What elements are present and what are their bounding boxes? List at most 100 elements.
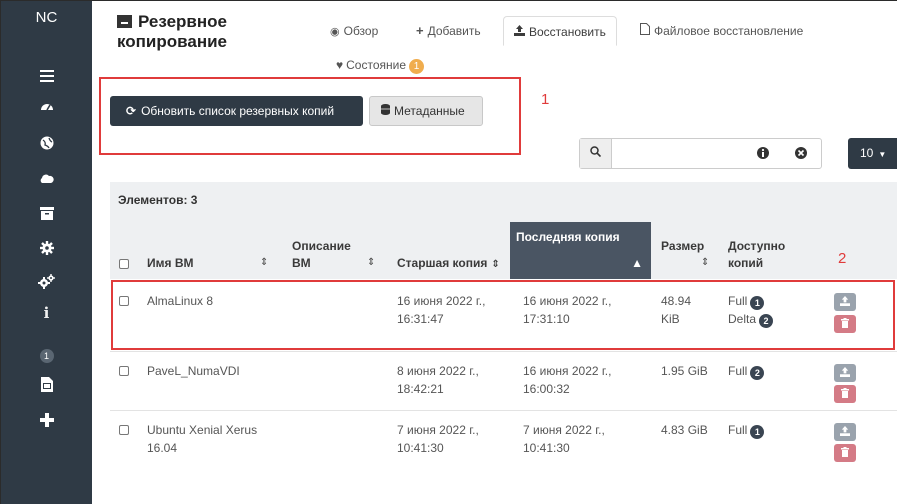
row-checkbox[interactable] bbox=[119, 296, 129, 306]
per-page-dropdown[interactable]: 10 ▼ bbox=[848, 138, 897, 169]
sort-icon[interactable]: ⇕ bbox=[260, 257, 268, 268]
select-all-checkbox[interactable] bbox=[119, 259, 129, 269]
oldest-backup: 16 июня 2022 г., 16:31:47 bbox=[397, 292, 485, 328]
copy-count-badge: 1 bbox=[750, 425, 765, 439]
latest-backup: 16 июня 2022 г., 17:31:10 bbox=[523, 292, 611, 328]
trash-icon bbox=[841, 447, 849, 457]
info-icon[interactable]: i bbox=[1, 305, 92, 321]
column-header-oldest[interactable]: Старшая копия ⇕ bbox=[397, 255, 500, 273]
copy-type: Full bbox=[728, 423, 748, 437]
sort-icon[interactable]: ⇕ bbox=[701, 257, 709, 268]
restore-button[interactable] bbox=[834, 423, 856, 441]
menu-toggle-icon[interactable] bbox=[1, 67, 92, 83]
upload-icon bbox=[840, 367, 850, 377]
vm-name: PaveL_NumaVDI bbox=[147, 364, 240, 378]
dashboard-icon[interactable] bbox=[1, 98, 92, 114]
oldest-backup: 7 июня 2022 г., 10:41:30 bbox=[397, 421, 479, 457]
vm-name-line1: Ubuntu Xenial Xerus bbox=[147, 423, 258, 437]
column-header-size[interactable]: Размер bbox=[661, 238, 704, 255]
oldest-backup-date: 16 июня 2022 г., bbox=[397, 294, 486, 308]
oldest-backup-time: 10:41:30 bbox=[397, 441, 444, 455]
database-icon bbox=[381, 104, 390, 118]
document-icon[interactable] bbox=[1, 375, 92, 392]
delete-button[interactable] bbox=[834, 385, 856, 403]
archive-icon bbox=[117, 15, 132, 28]
vm-name: AlmaLinux 8 bbox=[147, 294, 214, 308]
metadata-button[interactable]: Метаданные bbox=[369, 96, 483, 126]
notification-badge[interactable]: 1 bbox=[1, 346, 92, 363]
tab-file-restore[interactable]: Файловое восстановление bbox=[640, 16, 803, 46]
available-copies: Full 2 bbox=[728, 362, 765, 380]
refresh-backups-button[interactable]: ⟳ Обновить список резервных копий bbox=[110, 96, 363, 126]
heartbeat-icon: ♥ bbox=[336, 58, 344, 72]
column-header-description[interactable]: Описание ВМ bbox=[292, 238, 351, 272]
copy-type: Delta bbox=[728, 312, 757, 326]
column-header-latest[interactable]: Последняя копия ▲ bbox=[510, 222, 651, 279]
column-header-description-line1: Описание bbox=[292, 239, 351, 253]
vm-name: Ubuntu Xenial Xerus 16.04 bbox=[147, 421, 257, 457]
oldest-backup-date: 8 июня 2022 г., bbox=[397, 364, 479, 378]
restore-button[interactable] bbox=[834, 293, 856, 311]
row-checkbox[interactable] bbox=[119, 425, 129, 435]
latest-backup-date: 7 июня 2022 г., bbox=[523, 423, 605, 437]
backup-size-unit: KiB bbox=[661, 312, 680, 326]
latest-backup: 16 июня 2022 г., 16:00:32 bbox=[523, 362, 611, 398]
archive-icon[interactable] bbox=[1, 204, 92, 220]
search-box bbox=[579, 138, 822, 169]
notification-count: 1 bbox=[39, 349, 54, 363]
latest-backup: 7 июня 2022 г., 10:41:30 bbox=[523, 421, 605, 457]
page-title: Резервное копирование bbox=[117, 12, 227, 52]
tab-overview[interactable]: ◉ Обзор bbox=[330, 16, 378, 46]
file-icon bbox=[640, 23, 650, 38]
page-title-line2: копирование bbox=[117, 32, 228, 51]
upload-icon bbox=[840, 426, 850, 436]
annotation-label-2: 2 bbox=[838, 250, 847, 267]
available-copies: Full 1 bbox=[728, 421, 765, 439]
latest-backup-time: 17:31:10 bbox=[523, 312, 570, 326]
trash-icon bbox=[841, 318, 849, 328]
clear-search-icon[interactable] bbox=[794, 146, 808, 160]
delete-button[interactable] bbox=[834, 315, 856, 333]
sort-icon: ⇕ bbox=[491, 259, 500, 270]
backup-size: 1.95 GiB bbox=[661, 364, 708, 378]
oldest-backup-time: 18:42:21 bbox=[397, 382, 444, 396]
info-circle-icon[interactable] bbox=[756, 146, 770, 160]
caret-down-icon: ▼ bbox=[878, 150, 887, 159]
per-page-value: 10 bbox=[860, 146, 874, 160]
sort-icon[interactable]: ⇕ bbox=[367, 257, 375, 268]
delete-button[interactable] bbox=[834, 444, 856, 462]
tab-add-label: Добавить bbox=[427, 24, 481, 38]
refresh-backups-label: Обновить список резервных копий bbox=[141, 104, 335, 118]
copy-count-badge: 2 bbox=[759, 314, 774, 328]
restore-button[interactable] bbox=[834, 364, 856, 382]
upload-icon bbox=[840, 296, 850, 306]
oldest-backup-time: 16:31:47 bbox=[397, 312, 444, 326]
row-checkbox[interactable] bbox=[119, 366, 129, 376]
copy-type: Full bbox=[728, 364, 748, 378]
settings-gear-icon[interactable] bbox=[1, 239, 92, 256]
column-header-latest-label: Последняя копия bbox=[516, 230, 620, 244]
row-divider bbox=[110, 410, 897, 411]
cogs-icon[interactable] bbox=[1, 272, 92, 289]
cloud-icon[interactable] bbox=[1, 169, 92, 185]
vm-name-line2: 16.04 bbox=[147, 441, 178, 455]
column-header-oldest-label: Старшая копия bbox=[397, 256, 488, 270]
tab-overview-label: Обзор bbox=[343, 24, 379, 38]
tab-restore[interactable]: Восстановить bbox=[503, 16, 617, 46]
oldest-backup: 8 июня 2022 г., 18:42:21 bbox=[397, 362, 479, 398]
brand-logo[interactable]: NC bbox=[1, 9, 92, 26]
globe-icon[interactable] bbox=[1, 134, 92, 150]
latest-backup-time: 16:00:32 bbox=[523, 382, 570, 396]
add-icon[interactable] bbox=[1, 411, 92, 428]
eye-icon: ◉ bbox=[330, 26, 340, 38]
tab-status[interactable]: ♥ Состояние 1 bbox=[336, 57, 425, 74]
column-header-vm-name[interactable]: Имя ВМ bbox=[147, 255, 194, 272]
oldest-backup-date: 7 июня 2022 г., bbox=[397, 423, 479, 437]
tab-add[interactable]: + Добавить bbox=[416, 16, 481, 46]
latest-backup-time: 10:41:30 bbox=[523, 441, 570, 455]
sort-asc-icon: ▲ bbox=[631, 256, 643, 270]
sidebar: NC i 1 bbox=[1, 1, 92, 504]
search-input[interactable] bbox=[613, 139, 753, 168]
backup-size: 48.94 KiB bbox=[661, 292, 691, 328]
available-copies: Full 1 Delta 2 bbox=[728, 292, 774, 328]
